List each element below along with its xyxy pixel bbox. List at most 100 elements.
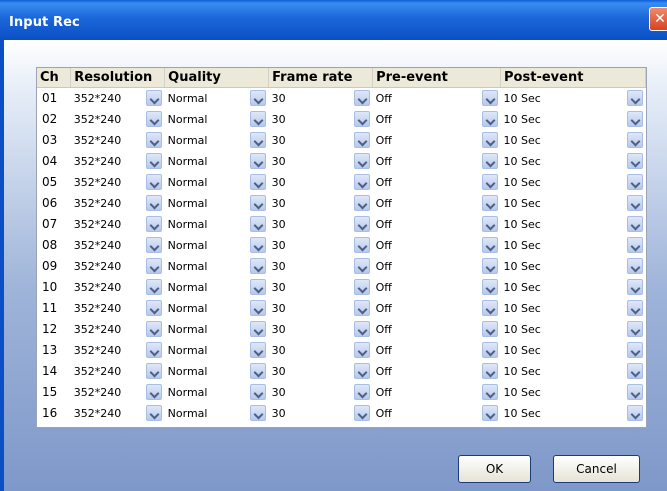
chevron-down-icon[interactable]	[481, 153, 498, 169]
col-header-resolution[interactable]: Resolution	[70, 68, 166, 88]
chevron-down-icon[interactable]	[249, 174, 266, 190]
chevron-down-icon[interactable]	[249, 132, 266, 148]
chevron-down-icon[interactable]	[249, 237, 266, 253]
chevron-down-icon[interactable]	[145, 363, 162, 379]
chevron-down-icon[interactable]	[145, 384, 162, 400]
frame-rate-select[interactable]: 30	[268, 89, 371, 107]
post-event-select[interactable]: 10 Sec	[500, 152, 644, 170]
resolution-select[interactable]: 352*240	[70, 320, 163, 338]
chevron-down-icon[interactable]	[145, 132, 162, 148]
title-bar[interactable]: Input Rec ✕	[0, 0, 667, 40]
pre-event-select[interactable]: Off	[372, 173, 499, 191]
chevron-down-icon[interactable]	[249, 405, 266, 421]
chevron-down-icon[interactable]	[626, 153, 643, 169]
frame-rate-select[interactable]: 30	[268, 278, 371, 296]
chevron-down-icon[interactable]	[481, 279, 498, 295]
chevron-down-icon[interactable]	[626, 342, 643, 358]
pre-event-select[interactable]: Off	[372, 89, 499, 107]
chevron-down-icon[interactable]	[353, 321, 370, 337]
chevron-down-icon[interactable]	[249, 153, 266, 169]
post-event-select[interactable]: 10 Sec	[500, 278, 644, 296]
post-event-select[interactable]: 10 Sec	[500, 362, 644, 380]
chevron-down-icon[interactable]	[145, 174, 162, 190]
chevron-down-icon[interactable]	[249, 216, 266, 232]
post-event-select[interactable]: 10 Sec	[500, 299, 644, 317]
chevron-down-icon[interactable]	[145, 300, 162, 316]
chevron-down-icon[interactable]	[481, 405, 498, 421]
chevron-down-icon[interactable]	[145, 321, 162, 337]
quality-select[interactable]: Normal	[164, 173, 267, 191]
chevron-down-icon[interactable]	[626, 237, 643, 253]
chevron-down-icon[interactable]	[626, 216, 643, 232]
chevron-down-icon[interactable]	[626, 111, 643, 127]
frame-rate-select[interactable]: 30	[268, 383, 371, 401]
chevron-down-icon[interactable]	[249, 111, 266, 127]
frame-rate-select[interactable]: 30	[268, 404, 371, 422]
chevron-down-icon[interactable]	[353, 132, 370, 148]
chevron-down-icon[interactable]	[249, 258, 266, 274]
chevron-down-icon[interactable]	[481, 300, 498, 316]
chevron-down-icon[interactable]	[249, 363, 266, 379]
chevron-down-icon[interactable]	[353, 237, 370, 253]
frame-rate-select[interactable]: 30	[268, 173, 371, 191]
post-event-select[interactable]: 10 Sec	[500, 215, 644, 233]
resolution-select[interactable]: 352*240	[70, 341, 163, 359]
chevron-down-icon[interactable]	[353, 279, 370, 295]
col-header-ch[interactable]: Ch	[37, 68, 72, 88]
frame-rate-select[interactable]: 30	[268, 299, 371, 317]
chevron-down-icon[interactable]	[249, 279, 266, 295]
quality-select[interactable]: Normal	[164, 152, 267, 170]
quality-select[interactable]: Normal	[164, 362, 267, 380]
col-header-frame-rate[interactable]: Frame rate	[268, 68, 374, 88]
frame-rate-select[interactable]: 30	[268, 131, 371, 149]
pre-event-select[interactable]: Off	[372, 257, 499, 275]
frame-rate-select[interactable]: 30	[268, 362, 371, 380]
chevron-down-icon[interactable]	[145, 258, 162, 274]
col-header-pre-event[interactable]: Pre-event	[372, 68, 502, 88]
pre-event-select[interactable]: Off	[372, 404, 499, 422]
chevron-down-icon[interactable]	[353, 174, 370, 190]
pre-event-select[interactable]: Off	[372, 194, 499, 212]
quality-select[interactable]: Normal	[164, 89, 267, 107]
pre-event-select[interactable]: Off	[372, 341, 499, 359]
resolution-select[interactable]: 352*240	[70, 404, 163, 422]
chevron-down-icon[interactable]	[145, 237, 162, 253]
chevron-down-icon[interactable]	[145, 90, 162, 106]
chevron-down-icon[interactable]	[249, 384, 266, 400]
resolution-select[interactable]: 352*240	[70, 383, 163, 401]
frame-rate-select[interactable]: 30	[268, 257, 371, 275]
quality-select[interactable]: Normal	[164, 320, 267, 338]
resolution-select[interactable]: 352*240	[70, 152, 163, 170]
resolution-select[interactable]: 352*240	[70, 257, 163, 275]
chevron-down-icon[interactable]	[249, 321, 266, 337]
post-event-select[interactable]: 10 Sec	[500, 320, 644, 338]
post-event-select[interactable]: 10 Sec	[500, 236, 644, 254]
pre-event-select[interactable]: Off	[372, 152, 499, 170]
chevron-down-icon[interactable]	[353, 258, 370, 274]
chevron-down-icon[interactable]	[626, 405, 643, 421]
col-header-quality[interactable]: Quality	[164, 68, 270, 88]
resolution-select[interactable]: 352*240	[70, 362, 163, 380]
chevron-down-icon[interactable]	[145, 405, 162, 421]
pre-event-select[interactable]: Off	[372, 215, 499, 233]
post-event-select[interactable]: 10 Sec	[500, 89, 644, 107]
chevron-down-icon[interactable]	[626, 279, 643, 295]
frame-rate-select[interactable]: 30	[268, 194, 371, 212]
chevron-down-icon[interactable]	[249, 90, 266, 106]
chevron-down-icon[interactable]	[353, 111, 370, 127]
quality-select[interactable]: Normal	[164, 278, 267, 296]
chevron-down-icon[interactable]	[353, 405, 370, 421]
chevron-down-icon[interactable]	[353, 216, 370, 232]
post-event-select[interactable]: 10 Sec	[500, 383, 644, 401]
frame-rate-select[interactable]: 30	[268, 341, 371, 359]
pre-event-select[interactable]: Off	[372, 320, 499, 338]
chevron-down-icon[interactable]	[626, 195, 643, 211]
cancel-button[interactable]: Cancel	[553, 455, 640, 483]
chevron-down-icon[interactable]	[145, 111, 162, 127]
chevron-down-icon[interactable]	[626, 321, 643, 337]
chevron-down-icon[interactable]	[626, 174, 643, 190]
chevron-down-icon[interactable]	[481, 321, 498, 337]
chevron-down-icon[interactable]	[481, 132, 498, 148]
chevron-down-icon[interactable]	[481, 384, 498, 400]
chevron-down-icon[interactable]	[481, 216, 498, 232]
